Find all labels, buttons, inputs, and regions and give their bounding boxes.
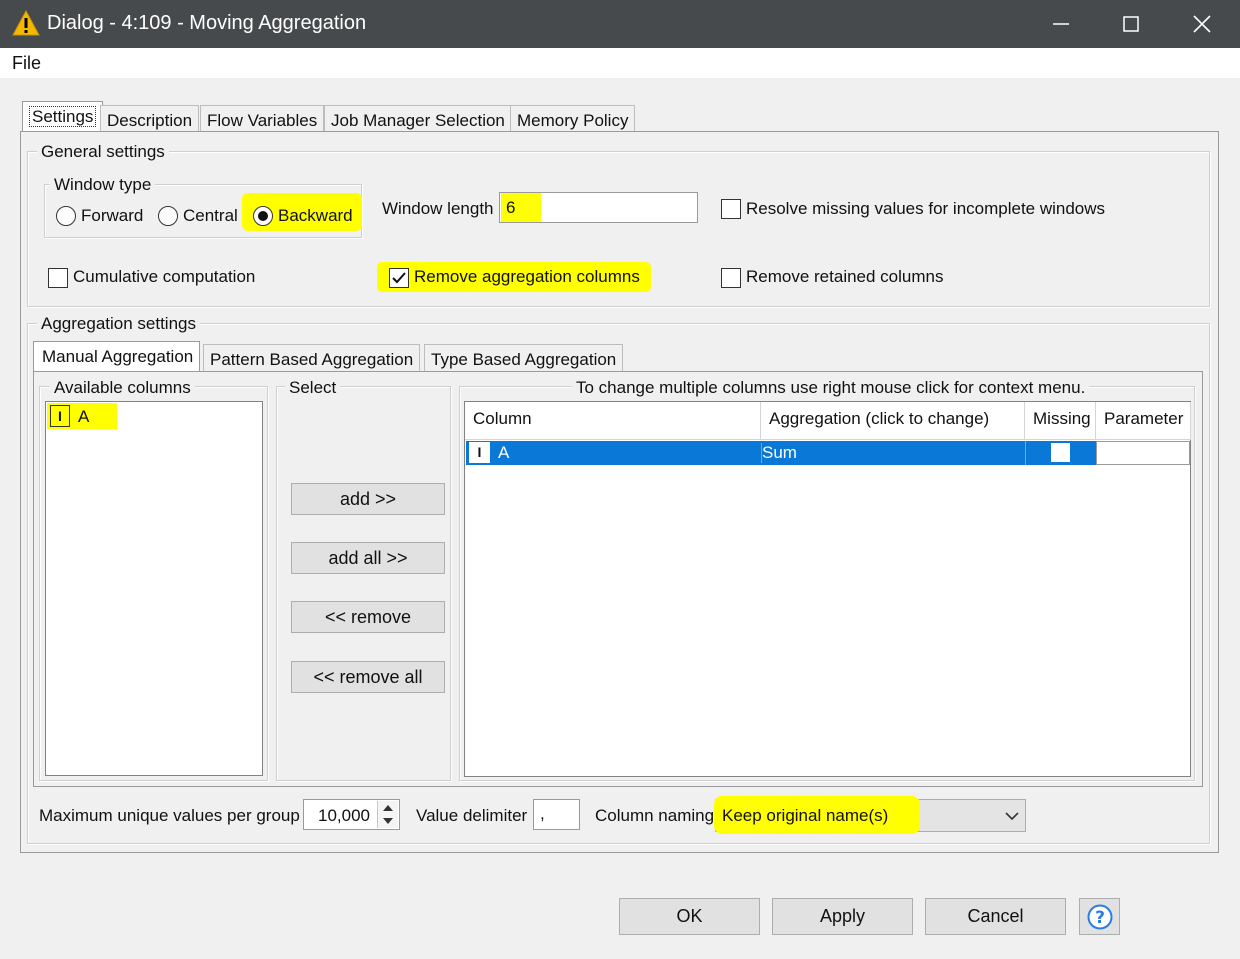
available-columns-title: Available columns [50,378,195,398]
window-length-input[interactable]: 6 [499,192,698,223]
help-icon: ? [1087,904,1113,930]
tab-job-manager-selection[interactable]: Job Manager Selection [324,105,512,133]
minimize-icon [1053,23,1069,25]
chevron-down-icon [1005,812,1019,821]
row-aggregation[interactable]: Sum [761,443,797,463]
resolve-missing-label: Resolve missing values for incomplete wi… [746,199,1106,218]
row-missing-checkbox[interactable] [1051,443,1070,462]
spinner-buttons[interactable] [377,801,398,828]
radio-forward[interactable] [56,206,76,226]
svg-text:?: ? [1095,908,1105,928]
tab-memory-policy[interactable]: Memory Policy [510,105,636,133]
radio-backward-label: Backward [278,206,353,225]
remove-button[interactable]: << remove [291,601,445,633]
subtab-manual-aggregation[interactable]: Manual Aggregation [33,341,201,372]
warning-icon [12,10,40,36]
cancel-button[interactable]: Cancel [925,898,1066,935]
checkmark-icon [392,272,406,284]
available-columns-list[interactable]: I A [45,401,263,776]
integer-type-icon: I [469,442,490,463]
subtab-pattern-based[interactable]: Pattern Based Aggregation [203,344,421,372]
column-naming-label: Column naming [595,806,715,825]
resolve-missing-checkbox[interactable] [721,199,741,219]
tab-description[interactable]: Description [100,105,200,133]
maximize-icon [1123,16,1139,32]
window-length-value: 6 [506,198,516,217]
close-button[interactable] [1167,0,1237,48]
max-unique-value: 10,000 [318,806,370,825]
apply-button[interactable]: Apply [772,898,913,935]
window-length-label: Window length [382,199,494,218]
row-column-name: A [498,443,510,462]
radio-forward-label: Forward [81,206,144,225]
available-column-name[interactable]: A [78,407,89,427]
select-group [276,386,451,781]
window-type-title: Window type [50,175,156,195]
select-title: Select [285,378,341,398]
maximize-button[interactable] [1096,0,1166,48]
remove-retained-checkbox[interactable] [721,268,741,288]
radio-backward[interactable] [253,206,273,226]
subtab-type-based[interactable]: Type Based Aggregation [424,344,624,372]
radio-central[interactable] [158,206,178,226]
delimiter-label: Value delimiter [416,806,528,825]
row-missing-cell [1025,441,1096,465]
tab-flow-variables[interactable]: Flow Variables [200,105,325,133]
cumulative-label: Cumulative computation [73,267,256,286]
header-parameter[interactable]: Parameter [1096,402,1191,440]
header-aggregation[interactable]: Aggregation (click to change) [761,402,1025,440]
add-button[interactable]: add >> [291,483,445,515]
title-bar[interactable]: Dialog - 4:109 - Moving Aggregation [0,0,1240,48]
column-naming-value: Keep original name(s) [722,806,889,825]
general-settings-title: General settings [37,142,169,162]
minimize-button[interactable] [1026,0,1096,48]
menu-bar: File [0,48,1240,78]
header-column[interactable]: Column [465,402,761,440]
header-missing[interactable]: Missing [1025,402,1096,440]
spinner-up-icon[interactable] [382,804,394,812]
remove-retained-label: Remove retained columns [746,267,944,286]
max-unique-spinner[interactable]: 10,000 [303,799,400,830]
close-icon [1193,15,1211,33]
add-all-button[interactable]: add all >> [291,542,445,574]
max-unique-label: Maximum unique values per group [39,806,300,825]
help-button[interactable]: ? [1079,898,1120,935]
remove-aggregation-label: Remove aggregation columns [414,267,640,286]
column-naming-select[interactable]: Keep original name(s) [714,796,1026,834]
remove-aggregation-checkbox[interactable] [389,268,409,288]
table-row[interactable]: I A Sum [466,441,1190,465]
aggregation-settings-title: Aggregation settings [37,314,200,334]
ok-button[interactable]: OK [619,898,760,935]
remove-all-button[interactable]: << remove all [291,661,445,693]
integer-type-icon: I [50,405,70,427]
menu-file[interactable]: File [12,53,41,74]
window-title: Dialog - 4:109 - Moving Aggregation [47,12,367,34]
cumulative-checkbox[interactable] [48,268,68,288]
radio-central-label: Central [183,206,238,225]
delimiter-input[interactable]: , [533,799,580,830]
tab-settings[interactable]: Settings [22,101,104,133]
aggregation-table[interactable]: Column Aggregation (click to change) Mis… [464,401,1191,777]
spinner-down-icon[interactable] [382,817,394,825]
aggregation-table-title: To change multiple columns use right mou… [572,378,1090,398]
row-parameter-cell[interactable] [1096,441,1190,465]
